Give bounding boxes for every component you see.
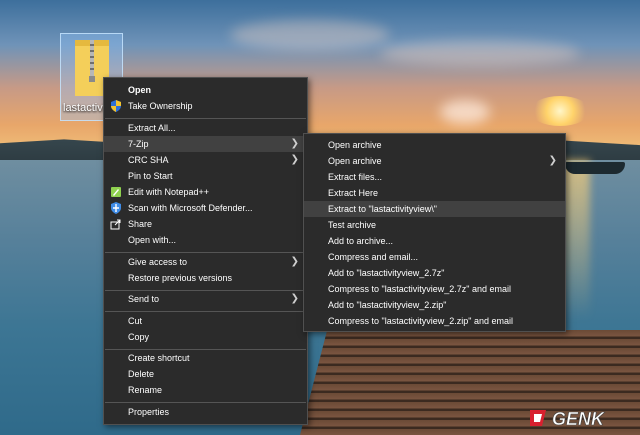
menu-item-label: Extract All...	[128, 123, 176, 133]
defender-icon	[111, 202, 121, 214]
menu-item-cut[interactable]: Cut	[104, 313, 307, 329]
submenu-item-label: Add to "lastactivityview_2.zip"	[328, 300, 447, 310]
menu-item-label: 7-Zip	[128, 139, 149, 149]
submenu-item-compress-zip-email[interactable]: Compress to "lastactivityview_2.zip" and…	[304, 313, 565, 329]
menu-item-take-ownership[interactable]: Take Ownership	[104, 98, 307, 114]
menu-item-scan-defender[interactable]: Scan with Microsoft Defender...	[104, 200, 307, 216]
cloud	[230, 20, 390, 50]
submenu-item-label: Extract files...	[328, 172, 383, 182]
menu-item-give-access[interactable]: Give access to ❯	[104, 254, 307, 270]
sun	[530, 96, 590, 126]
menu-item-label: Open	[128, 85, 152, 95]
submenu-item-compress-email[interactable]: Compress and email...	[304, 249, 565, 265]
menu-separator	[105, 118, 306, 119]
submenu-item-extract-to-folder[interactable]: Extract to "lastactivityview\"	[304, 201, 565, 217]
chevron-right-icon: ❯	[548, 155, 557, 166]
chevron-right-icon: ❯	[290, 154, 299, 165]
menu-item-open-with[interactable]: Open with...	[104, 232, 307, 248]
submenu-item-label: Open archive	[328, 156, 382, 166]
menu-item-label: Cut	[128, 316, 143, 326]
menu-item-label: Take Ownership	[128, 101, 193, 111]
submenu-item-label: Add to "lastactivityview_2.7z"	[328, 268, 445, 278]
submenu-item-label: Compress to "lastactivityview_2.zip" and…	[328, 316, 513, 326]
menu-item-label: Copy	[128, 332, 150, 342]
submenu-item-label: Compress to "lastactivityview_2.7z" and …	[328, 284, 511, 294]
submenu-item-label: Extract to "lastactivityview\"	[328, 204, 437, 214]
menu-item-label: Send to	[128, 294, 160, 304]
menu-item-label: Restore previous versions	[128, 273, 233, 283]
menu-item-label: Create shortcut	[128, 353, 190, 363]
menu-separator	[105, 402, 306, 403]
menu-separator	[105, 252, 306, 253]
menu-item-copy[interactable]: Copy	[104, 329, 307, 345]
boat	[565, 162, 625, 174]
menu-item-send-to[interactable]: Send to ❯	[104, 291, 307, 307]
genk-watermark-logo: GENK	[530, 409, 606, 429]
menu-item-pin-to-start[interactable]: Pin to Start	[104, 168, 307, 184]
submenu-item-add-to-archive[interactable]: Add to archive...	[304, 233, 565, 249]
menu-item-label: Properties	[128, 407, 170, 417]
submenu-item-extract-files[interactable]: Extract files...	[304, 169, 565, 185]
menu-item-label: Delete	[128, 369, 155, 379]
menu-item-label: CRC SHA	[128, 155, 169, 165]
cloud	[440, 100, 490, 124]
submenu-item-open-archive-more[interactable]: Open archive ❯	[304, 153, 565, 169]
menu-item-rename[interactable]: Rename	[104, 382, 307, 398]
submenu-item-label: Extract Here	[328, 188, 379, 198]
chevron-right-icon: ❯	[290, 293, 299, 304]
submenu-item-label: Compress and email...	[328, 252, 419, 262]
chevron-right-icon: ❯	[290, 256, 299, 267]
submenu-item-add-7z[interactable]: Add to "lastactivityview_2.7z"	[304, 265, 565, 281]
menu-item-open[interactable]: Open	[104, 82, 307, 98]
menu-item-properties[interactable]: Properties	[104, 404, 307, 420]
watermark-text: GENK	[552, 409, 606, 429]
submenu-item-label: Add to archive...	[328, 236, 394, 246]
menu-item-restore-versions[interactable]: Restore previous versions	[104, 270, 307, 286]
menu-item-7zip[interactable]: 7-Zip ❯	[104, 136, 307, 152]
7zip-submenu: Open archive Open archive ❯ Extract file…	[303, 133, 566, 332]
menu-item-label: Rename	[128, 385, 163, 395]
menu-item-label: Pin to Start	[128, 171, 173, 181]
menu-item-label: Open with...	[128, 235, 177, 245]
submenu-item-test-archive[interactable]: Test archive	[304, 217, 565, 233]
submenu-item-extract-here[interactable]: Extract Here	[304, 185, 565, 201]
menu-item-delete[interactable]: Delete	[104, 366, 307, 382]
shield-icon	[111, 100, 121, 112]
menu-item-share[interactable]: Share	[104, 216, 307, 232]
cloud	[380, 40, 580, 66]
submenu-item-compress-7z-email[interactable]: Compress to "lastactivityview_2.7z" and …	[304, 281, 565, 297]
submenu-item-add-zip[interactable]: Add to "lastactivityview_2.zip"	[304, 297, 565, 313]
menu-item-label: Edit with Notepad++	[128, 187, 210, 197]
menu-item-label: Scan with Microsoft Defender...	[128, 203, 253, 213]
menu-item-label: Give access to	[128, 257, 188, 267]
menu-separator	[105, 311, 306, 312]
chevron-right-icon: ❯	[290, 138, 299, 149]
menu-item-label: Share	[128, 219, 153, 229]
share-icon	[110, 219, 121, 230]
menu-item-crc-sha[interactable]: CRC SHA ❯	[104, 152, 307, 168]
context-menu: Open Take Ownership Extract All... 7-Zip…	[103, 77, 308, 425]
notepad-icon	[111, 187, 121, 197]
menu-item-create-shortcut[interactable]: Create shortcut	[104, 350, 307, 366]
submenu-item-label: Test archive	[328, 220, 377, 230]
menu-item-extract-all[interactable]: Extract All...	[104, 120, 307, 136]
submenu-item-open-archive[interactable]: Open archive	[304, 137, 565, 153]
submenu-item-label: Open archive	[328, 140, 382, 150]
menu-item-edit-notepad[interactable]: Edit with Notepad++	[104, 184, 307, 200]
